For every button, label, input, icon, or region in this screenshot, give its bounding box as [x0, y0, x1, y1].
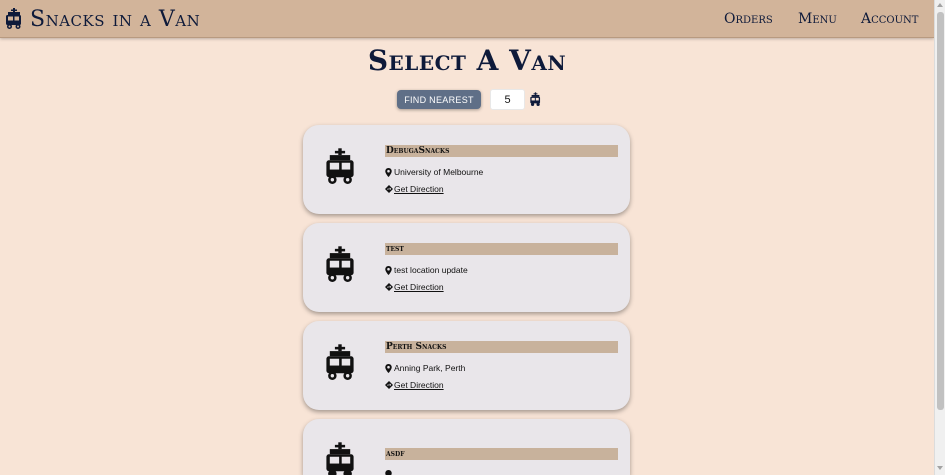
van-card[interactable]: DebugaSnacks University of Melbourne Get…: [303, 125, 630, 214]
get-direction-link[interactable]: Get Direction: [385, 184, 444, 194]
van-icon: [326, 442, 354, 475]
van-location: test location update: [385, 265, 468, 275]
get-direction-text[interactable]: Get Direction: [394, 282, 444, 292]
nav-account[interactable]: Account: [861, 0, 918, 38]
van-location: [385, 470, 392, 475]
direction-diamond-icon: [385, 381, 393, 389]
map-marker-icon: [385, 265, 392, 275]
van-icon: [326, 246, 354, 282]
van-card[interactable]: test test location update Get Direction: [303, 223, 630, 312]
nav-orders[interactable]: Orders: [724, 0, 773, 38]
van-card[interactable]: Perth Snacks Anning Park, Perth Get Dire…: [303, 321, 630, 410]
van-location: University of Melbourne: [385, 167, 483, 177]
map-marker-icon: [385, 470, 392, 475]
van-icon: [326, 148, 354, 184]
get-direction-text[interactable]: Get Direction: [394, 380, 444, 390]
direction-diamond-icon: [385, 185, 393, 193]
van-location-text: Anning Park, Perth: [394, 363, 466, 373]
van-card[interactable]: asdf: [303, 419, 630, 475]
van-location: Anning Park, Perth: [385, 363, 465, 373]
van-icon: [326, 344, 354, 380]
van-location-text: University of Melbourne: [394, 167, 484, 177]
scroll-up-arrow-icon[interactable]: [937, 3, 943, 7]
van-count-input[interactable]: [490, 89, 525, 110]
get-direction-link[interactable]: Get Direction: [385, 282, 444, 292]
direction-diamond-icon: [385, 283, 393, 291]
van-name: DebugaSnacks: [385, 145, 618, 157]
nav-menu[interactable]: Menu: [798, 0, 837, 38]
van-icon: [530, 92, 541, 106]
van-name: Perth Snacks: [385, 341, 618, 353]
get-direction-link[interactable]: Get Direction: [385, 380, 444, 390]
brand[interactable]: Snacks in a Van: [4, 6, 200, 32]
find-nearest-button[interactable]: FIND NEAREST: [397, 90, 481, 109]
van-name: asdf: [385, 448, 618, 460]
van-location-text: test location update: [394, 265, 468, 275]
van-icon: [6, 8, 21, 29]
get-direction-text[interactable]: Get Direction: [394, 184, 444, 194]
scrollbar-thumb[interactable]: [937, 12, 944, 410]
van-name: test: [385, 243, 618, 255]
brand-title: Snacks in a Van: [30, 6, 201, 32]
top-navbar: Snacks in a Van Orders Menu Account: [0, 0, 934, 38]
scroll-down-arrow-icon[interactable]: [937, 466, 943, 470]
scrollbar[interactable]: [934, 0, 945, 475]
map-marker-icon: [385, 167, 392, 177]
page-title: Select A Van: [367, 44, 567, 77]
map-marker-icon: [385, 363, 392, 373]
